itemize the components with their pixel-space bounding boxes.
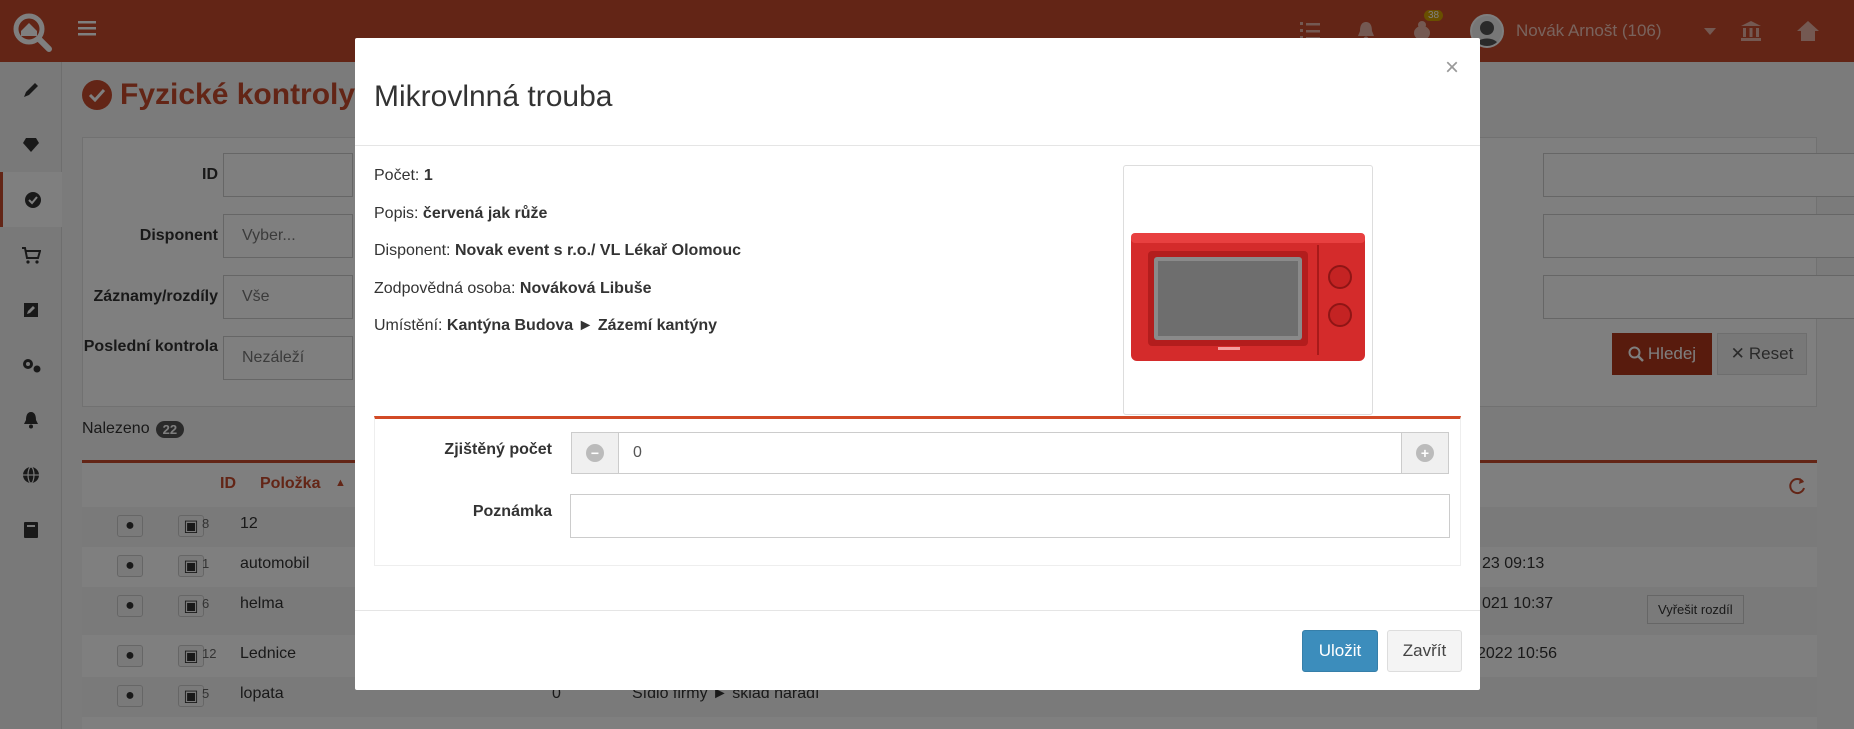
close-button[interactable]: Zavřít	[1387, 630, 1462, 672]
info-count: Počet: 1	[374, 167, 433, 185]
save-button[interactable]: Uložit	[1302, 630, 1378, 672]
info-responsible: Zodpovědná osoba: Nováková Libuše	[374, 280, 652, 298]
note-input[interactable]	[570, 494, 1450, 538]
location-value: Kantýna Budova ► Zázemí kantýny	[446, 317, 718, 334]
modal-header: Mikrovlnná trouba ×	[355, 38, 1480, 146]
note-label: Poznámka	[472, 503, 552, 520]
modal-footer: Uložit Zavřít	[355, 610, 1480, 690]
responsible-value: Nováková Libuše	[519, 280, 652, 297]
info-location: Umístění: Kantýna Budova ► Zázemí kantýn…	[374, 317, 717, 335]
description-label: Popis:	[374, 205, 419, 222]
responsible-label: Zodpovědná osoba:	[374, 280, 516, 297]
item-check-modal: Mikrovlnná trouba × Počet: 1 Popis: červ…	[355, 38, 1480, 690]
found-count-label: Zjištěný počet	[444, 441, 552, 458]
location-label: Umístění:	[374, 317, 443, 334]
found-count-input[interactable]: 0	[618, 432, 1401, 474]
minus-icon: −	[586, 444, 604, 462]
modal-title: Mikrovlnná trouba	[374, 80, 613, 113]
plus-icon: +	[1416, 444, 1434, 462]
count-value: 1	[423, 167, 433, 184]
check-form: Zjištěný počet − 0 + Poznámka	[374, 416, 1461, 566]
decrement-button[interactable]: −	[571, 432, 619, 474]
info-disponent: Disponent: Novak event s r.o./ VL Lékař …	[374, 242, 741, 260]
microwave-image	[1131, 233, 1365, 361]
count-label: Počet:	[374, 167, 420, 184]
disponent-label: Disponent:	[374, 242, 451, 259]
disponent-value: Novak event s r.o./ VL Lékař Olomouc	[454, 242, 741, 259]
info-description: Popis: červená jak růže	[374, 205, 547, 223]
item-photo[interactable]	[1123, 165, 1373, 415]
close-icon[interactable]: ×	[1445, 54, 1459, 82]
increment-button[interactable]: +	[1401, 432, 1449, 474]
description-value: červená jak růže	[422, 205, 548, 222]
